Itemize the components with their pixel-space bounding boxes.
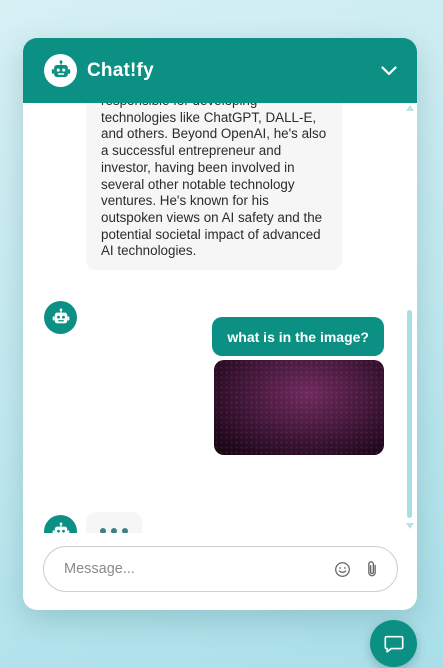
message-composer	[43, 546, 398, 592]
chat-bubble-icon	[383, 635, 404, 653]
user-message-bubble: what is in the image?	[212, 317, 384, 356]
robot-icon	[52, 522, 69, 533]
robot-icon	[52, 308, 69, 323]
chat-widget: Chat!fy responsible for developing techn…	[23, 38, 417, 610]
scrollbar[interactable]	[406, 103, 414, 533]
scroll-down-arrow-icon[interactable]	[406, 523, 414, 531]
message-input[interactable]	[62, 560, 323, 578]
bot-message-bubble: responsible for developing technologies …	[86, 103, 342, 271]
typing-dot	[100, 528, 106, 533]
typing-dot	[111, 528, 117, 533]
user-image-attachment[interactable]	[214, 360, 384, 455]
chat-title: Chat!fy	[87, 59, 154, 81]
bot-avatar	[44, 515, 77, 533]
bot-avatar	[44, 301, 77, 334]
message-list[interactable]: responsible for developing technologies …	[23, 103, 417, 533]
paperclip-icon[interactable]	[361, 558, 383, 580]
emoji-icon[interactable]	[331, 558, 353, 580]
robot-icon	[44, 54, 77, 87]
scroll-up-arrow-icon[interactable]	[406, 105, 414, 113]
typing-dot	[122, 528, 128, 533]
typing-indicator	[86, 512, 142, 533]
scrollbar-thumb[interactable]	[407, 310, 412, 518]
chat-header: Chat!fy	[23, 38, 417, 103]
chat-launcher-button[interactable]	[370, 620, 417, 667]
chevron-down-icon[interactable]	[379, 61, 399, 81]
